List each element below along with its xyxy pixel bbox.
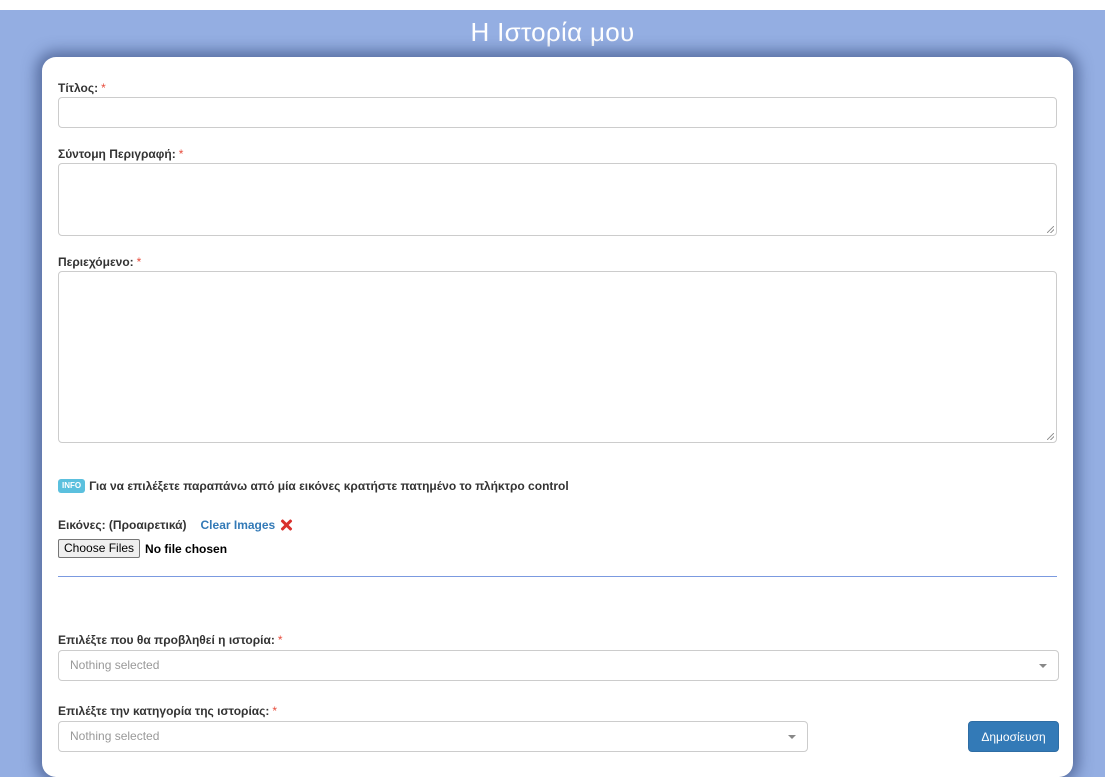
category-label: Επιλέξτε την κατηγορία της ιστορίας: * [58,704,277,718]
display-select[interactable]: Nothing selected [58,650,1059,681]
section-divider [58,576,1057,577]
display-label: Επιλέξτε που θα προβληθεί η ιστορία: * [58,633,283,647]
display-label-text: Επιλέξτε που θα προβληθεί η ιστορία: [58,633,275,647]
display-select-value: Nothing selected [70,658,160,672]
top-edge [0,0,1105,10]
close-icon[interactable] [280,519,292,531]
chevron-down-icon [1039,664,1047,668]
info-badge: INFO [58,479,86,493]
choose-files-button[interactable]: Choose Files [58,539,141,558]
file-input: Choose Files No file chosen [58,539,227,558]
resize-handle[interactable] [1047,433,1054,440]
content-label-text: Περιεχόμενο: [58,255,134,269]
clear-images-link[interactable]: Clear Images [201,518,276,532]
required-mark: * [272,704,278,718]
summary-textarea[interactable] [58,163,1057,236]
resize-handle[interactable] [1047,226,1054,233]
publish-button[interactable]: Δημοσίευση [968,721,1059,752]
content-textarea[interactable] [58,271,1057,443]
category-select[interactable]: Nothing selected [58,721,808,752]
story-form-card: Τίτλος: * Σύντομη Περιγραφή: * Περιεχόμενο… [42,57,1073,777]
images-label-row: Εικόνες: (Προαιρετικά) Clear Images [58,518,292,532]
info-text: Για να επιλέξετε παραπάνω από μία εικόνε… [89,479,569,493]
content-label: Περιεχόμενο: * [58,255,141,269]
summary-label-text: Σύντομη Περιγραφή: [58,147,176,161]
chevron-down-icon [788,735,796,739]
summary-label: Σύντομη Περιγραφή: * [58,147,183,161]
title-input[interactable] [58,97,1057,128]
category-select-value: Nothing selected [70,729,160,743]
required-mark: * [277,633,283,647]
title-label-text: Τίτλος: [58,81,99,95]
images-label: Εικόνες: (Προαιρετικά) [58,518,187,532]
info-note: INFO Για να επιλέξετε παραπάνω από μία ε… [58,479,569,493]
page-title: Η Ιστορία μου [470,17,635,47]
title-label: Τίτλος: * [58,81,106,95]
required-mark: * [178,147,184,161]
required-mark: * [101,81,106,95]
category-label-text: Επιλέξτε την κατηγορία της ιστορίας: [58,704,270,718]
required-mark: * [136,255,142,269]
no-file-text: No file chosen [145,541,228,556]
